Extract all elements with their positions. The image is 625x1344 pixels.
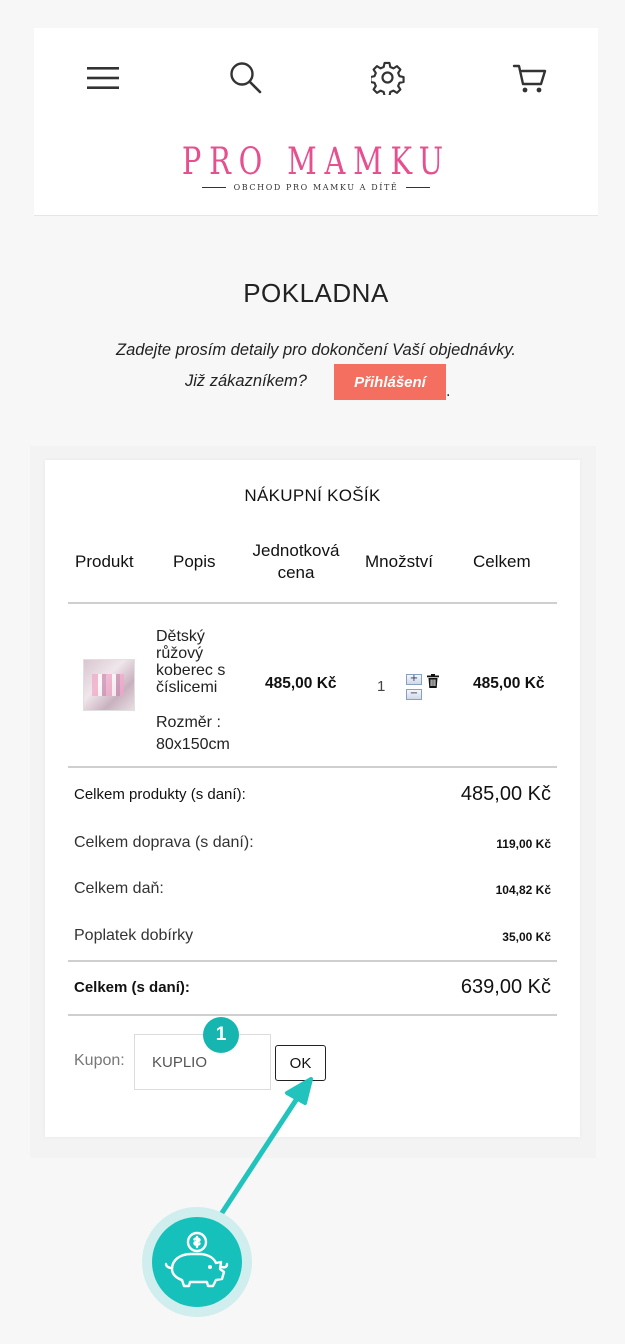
products-total-value: 485,00 Kč	[460, 783, 551, 805]
summary-divider	[68, 960, 557, 962]
column-header-total: Celkem	[473, 552, 531, 571]
column-header-description: Popis	[173, 552, 216, 571]
tax-total-value: 104,82 Kč	[495, 883, 551, 897]
tax-total-label: Celkem daň:	[74, 880, 164, 897]
coupon-apply-button[interactable]: OK	[275, 1045, 326, 1081]
gear-icon[interactable]	[368, 58, 408, 98]
checkout-intro: Zadejte prosím detaily pro dokončení Vaš…	[116, 341, 516, 359]
table-divider	[68, 602, 557, 604]
coupon-input[interactable]	[134, 1034, 271, 1090]
search-icon[interactable]	[226, 58, 266, 98]
grand-total-label: Celkem (s daní):	[74, 979, 190, 996]
products-total-label: Celkem produkty (s daní):	[74, 786, 246, 803]
column-header-quantity: Množství	[365, 552, 434, 571]
shipping-total-label: Celkem doprava (s daní):	[74, 834, 254, 851]
logo-divider	[406, 187, 431, 188]
quantity-decrease-button[interactable]: −	[406, 689, 422, 700]
logo-subtitle: OBCHOD PRO MAMKU A DÍTĚ	[233, 183, 399, 192]
logo-title: PRO MAMKU	[181, 140, 451, 183]
shipping-total-value: 119,00 Kč	[496, 837, 551, 851]
login-button[interactable]: Přihlášení	[334, 364, 446, 400]
coupon-label: Kupon:	[74, 1052, 125, 1069]
cart-card: NÁKUPNÍ KOŠÍK Produkt Popis Jednotková c…	[45, 460, 580, 1137]
trash-icon[interactable]	[427, 674, 439, 688]
product-size: Rozměr : 80x150cm	[156, 714, 230, 753]
logo-divider	[201, 187, 226, 188]
cart-icon[interactable]	[510, 58, 550, 98]
quantity-increase-button[interactable]: +	[406, 674, 422, 685]
piggy-bank-icon	[152, 1217, 242, 1307]
line-total: 485,00 Kč	[473, 675, 545, 692]
cod-fee-value: 35,00 Kč	[502, 930, 551, 944]
product-thumbnail[interactable]	[83, 659, 135, 711]
column-header-product: Produkt	[75, 552, 134, 571]
cart-title: NÁKUPNÍ KOŠÍK	[244, 486, 381, 505]
site-logo[interactable]: PRO MAMKU OBCHOD PRO MAMKU A DÍTĚ	[34, 140, 598, 193]
grand-total-value: 639,00 Kč	[460, 976, 551, 998]
customer-prompt: Již zákazníkem?	[185, 372, 307, 390]
menu-icon[interactable]	[83, 58, 123, 98]
summary-divider	[68, 1014, 557, 1016]
prompt-dot: .	[446, 384, 451, 400]
column-header-unit-price: Jednotková cena	[252, 541, 340, 582]
step-badge: 1	[203, 1017, 239, 1053]
page-title: POKLADNA	[243, 278, 389, 308]
table-divider	[68, 766, 557, 768]
cod-fee-label: Poplatek dobírky	[74, 927, 194, 944]
quantity-value: 1	[377, 678, 386, 695]
site-header: PRO MAMKU OBCHOD PRO MAMKU A DÍTĚ	[34, 28, 598, 216]
product-name[interactable]: Dětský růžový koberec s číslicemi	[156, 628, 246, 696]
unit-price: 485,00 Kč	[265, 675, 337, 692]
